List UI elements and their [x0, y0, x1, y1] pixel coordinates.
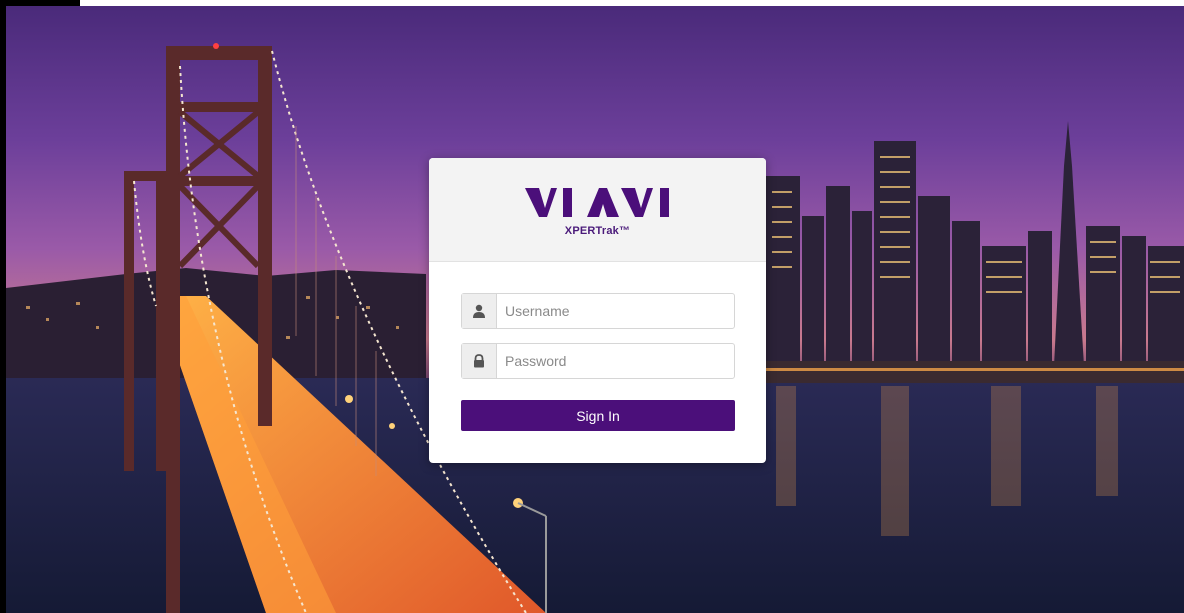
- username-input[interactable]: [497, 294, 734, 328]
- password-input[interactable]: [497, 344, 734, 378]
- product-name: XPERTrak™: [564, 225, 631, 237]
- corner-artifact: [0, 0, 80, 6]
- user-icon: [462, 294, 497, 328]
- username-field[interactable]: [461, 293, 735, 329]
- left-edge-artifact: [0, 0, 6, 276]
- card-header: XPERTrak™: [429, 158, 766, 262]
- top-edge-strip: [80, 0, 1184, 6]
- password-field[interactable]: [461, 343, 735, 379]
- lock-icon: [462, 344, 497, 378]
- login-page: XPERTrak™ Sign In: [0, 0, 1184, 613]
- login-card: XPERTrak™ Sign In: [429, 158, 766, 463]
- viavi-logo: [524, 188, 669, 217]
- sign-in-button[interactable]: Sign In: [461, 400, 735, 431]
